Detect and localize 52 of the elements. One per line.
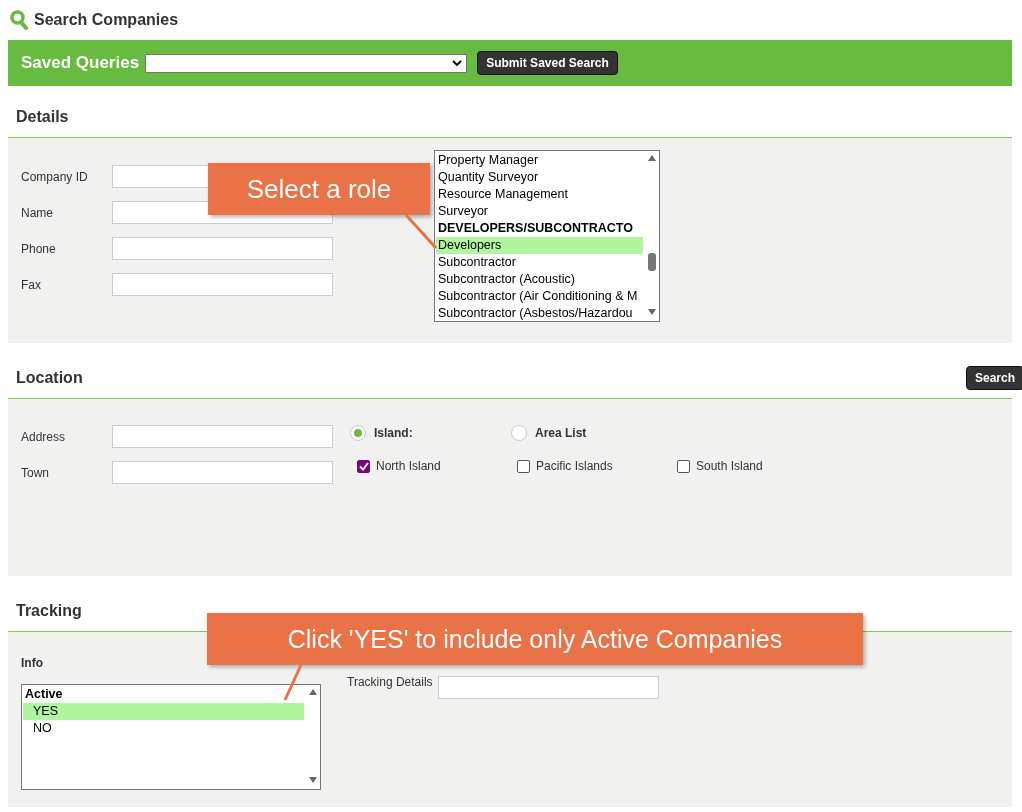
field-label: Fax (21, 277, 42, 292)
saved-queries-label: Saved Queries (21, 53, 140, 73)
callout-tooltip: Click 'YES' to include only Active Companies (207, 613, 863, 665)
list-box[interactable]: Active YES NO (21, 684, 321, 790)
input-field[interactable] (112, 425, 333, 448)
checkbox-label: North Island (376, 459, 441, 473)
list-option[interactable]: NO (23, 720, 304, 737)
input-field[interactable] (112, 273, 333, 296)
list-option[interactable]: Subcontractor (Air Conditioning & M (436, 288, 643, 305)
list-group-header: Active (24, 686, 64, 703)
list-option[interactable]: Property Manager (436, 152, 643, 169)
list-box[interactable] (434, 150, 660, 322)
checkbox[interactable] (517, 459, 530, 473)
list-group-header: DEVELOPERS/SUBCONTRACTO (437, 220, 634, 237)
input-field[interactable] (438, 676, 659, 699)
list-option[interactable]: Surveyor (436, 203, 643, 220)
field-label: Address (21, 429, 67, 444)
leader-line (283, 664, 303, 702)
leader-line (404, 214, 438, 250)
list-option[interactable]: Developers (436, 237, 643, 254)
list-option[interactable]: Subcontractor (436, 254, 643, 271)
list-option[interactable]: Resource Management (436, 186, 643, 203)
list-option[interactable]: Quantity Surveyor (436, 169, 643, 186)
callout-tooltip: Select a role (208, 163, 430, 215)
field-label: Name (21, 205, 54, 220)
list-option[interactable]: Subcontractor (Asbestos/Hazardou (436, 305, 643, 321)
radio-button[interactable] (511, 425, 527, 441)
checkbox-label: South Island (696, 459, 763, 473)
search-button[interactable]: Search (965, 365, 1022, 390)
checkbox-label: Pacific Islands (536, 459, 613, 473)
section-heading: Location (16, 368, 83, 387)
field-label: Info (21, 656, 44, 670)
field-label: Town (21, 465, 50, 480)
list-option[interactable]: YES (23, 703, 304, 720)
input-field[interactable] (112, 237, 333, 260)
field-label: Tracking Details (347, 676, 434, 688)
field-label: Phone (21, 241, 57, 256)
section-heading: Tracking (16, 601, 82, 620)
radio-label: Island: (374, 426, 413, 440)
list-option[interactable]: Subcontractor (Acoustic) (436, 271, 643, 288)
chevron-down-icon (452, 60, 463, 66)
search-icon (10, 10, 28, 30)
checkbox[interactable] (357, 459, 370, 473)
saved-queries-dropdown[interactable] (145, 53, 468, 73)
input-field[interactable] (112, 461, 333, 484)
checkbox[interactable] (677, 459, 690, 473)
section-heading: Details (16, 107, 69, 126)
page-title: Search Companies (34, 11, 179, 29)
field-label: Company ID (21, 169, 89, 184)
radio-label: Area List (535, 426, 587, 440)
submit-saved-search-button[interactable]: Submit Saved Search (477, 51, 618, 75)
radio-button[interactable] (350, 425, 366, 441)
